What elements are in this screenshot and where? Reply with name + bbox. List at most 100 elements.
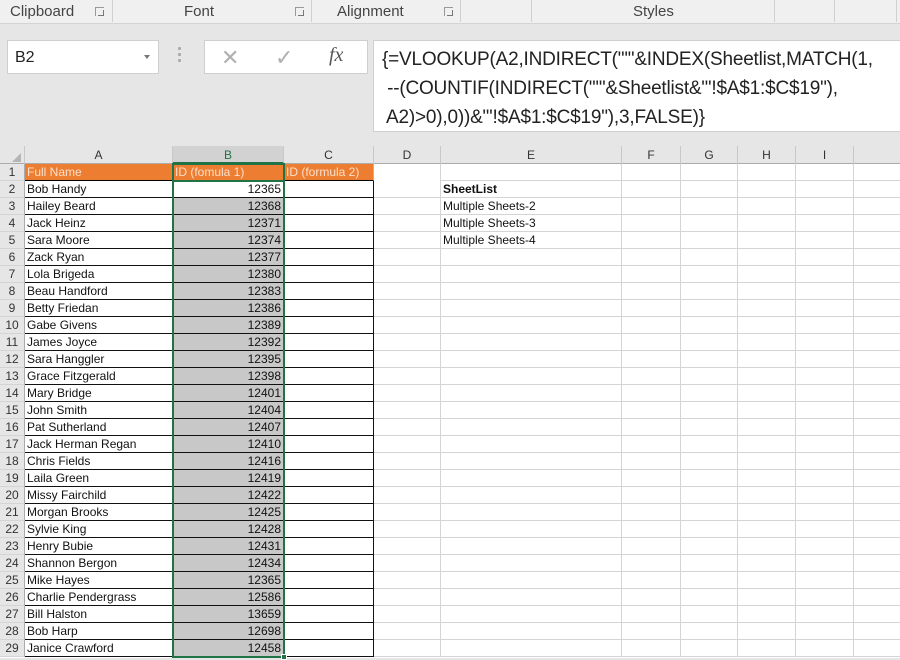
cell-i11[interactable] [796,334,854,351]
cell-j19[interactable] [854,470,900,487]
cell-g9[interactable] [681,300,738,317]
cell-h24[interactable] [738,555,796,572]
cell-d2[interactable] [374,181,441,198]
cell-i21[interactable] [796,504,854,521]
cell-d27[interactable] [374,606,441,623]
cell-b7[interactable]: 12380 [173,266,284,283]
cell-c22[interactable] [284,521,374,538]
cell-d3[interactable] [374,198,441,215]
cell-b21[interactable]: 12425 [173,504,284,521]
row-header[interactable]: 8 [0,283,25,300]
row-header[interactable]: 5 [0,232,25,249]
cell-d1[interactable] [374,164,441,181]
cell-b22[interactable]: 12428 [173,521,284,538]
cell-d13[interactable] [374,368,441,385]
cell-d8[interactable] [374,283,441,300]
row-header[interactable]: 10 [0,317,25,334]
cell-b3[interactable]: 12368 [173,198,284,215]
cell-c21[interactable] [284,504,374,521]
cell-c10[interactable] [284,317,374,334]
cell-h9[interactable] [738,300,796,317]
cell-i19[interactable] [796,470,854,487]
cell-b13[interactable]: 12398 [173,368,284,385]
cell-c20[interactable] [284,487,374,504]
row-header[interactable]: 25 [0,572,25,589]
name-box[interactable]: B2 [7,40,159,74]
cell-c16[interactable] [284,419,374,436]
cell-g10[interactable] [681,317,738,334]
cell-i24[interactable] [796,555,854,572]
cell-c17[interactable] [284,436,374,453]
cell-c2[interactable] [284,181,374,198]
cell-i8[interactable] [796,283,854,300]
cell-j12[interactable] [854,351,900,368]
cell-i16[interactable] [796,419,854,436]
cell-e5[interactable]: Multiple Sheets-4 [441,232,622,249]
row-header[interactable]: 11 [0,334,25,351]
cell-e13[interactable] [441,368,622,385]
column-header-d[interactable]: D [374,146,441,164]
cell-c29[interactable] [284,640,374,657]
cell-f13[interactable] [622,368,681,385]
row-header[interactable]: 7 [0,266,25,283]
cell-f27[interactable] [622,606,681,623]
cell-j24[interactable] [854,555,900,572]
cell-h7[interactable] [738,266,796,283]
cell-c9[interactable] [284,300,374,317]
cell-f17[interactable] [622,436,681,453]
cell-e14[interactable] [441,385,622,402]
cell-j16[interactable] [854,419,900,436]
alignment-dialog-launcher-icon[interactable] [444,7,454,17]
cell-a25[interactable]: Mike Hayes [25,572,173,589]
cell-e12[interactable] [441,351,622,368]
cell-f22[interactable] [622,521,681,538]
row-header[interactable]: 20 [0,487,25,504]
row-header[interactable]: 9 [0,300,25,317]
row-header[interactable]: 14 [0,385,25,402]
cell-h22[interactable] [738,521,796,538]
cell-a3[interactable]: Hailey Beard [25,198,173,215]
column-header-f[interactable]: F [622,146,681,164]
cell-a13[interactable]: Grace Fitzgerald [25,368,173,385]
cell-f23[interactable] [622,538,681,555]
cell-a11[interactable]: James Joyce [25,334,173,351]
cell-f3[interactable] [622,198,681,215]
cell-f21[interactable] [622,504,681,521]
cell-b12[interactable]: 12395 [173,351,284,368]
cell-e6[interactable] [441,249,622,266]
cell-g16[interactable] [681,419,738,436]
cell-j26[interactable] [854,589,900,606]
cell-a4[interactable]: Jack Heinz [25,215,173,232]
cell-g8[interactable] [681,283,738,300]
cell-b17[interactable]: 12410 [173,436,284,453]
cell-a22[interactable]: Sylvie King [25,521,173,538]
row-header[interactable]: 1 [0,164,25,181]
cell-j17[interactable] [854,436,900,453]
row-header[interactable]: 16 [0,419,25,436]
cell-g29[interactable] [681,640,738,657]
cell-a21[interactable]: Morgan Brooks [25,504,173,521]
cell-i17[interactable] [796,436,854,453]
cell-f9[interactable] [622,300,681,317]
worksheet-grid[interactable]: ABCDEFGHI 1 Full Name ID (fomula 1) ID (for… [0,146,900,660]
cell-g27[interactable] [681,606,738,623]
cell-j3[interactable] [854,198,900,215]
cell-f10[interactable] [622,317,681,334]
row-header[interactable]: 4 [0,215,25,232]
cell-h20[interactable] [738,487,796,504]
cell-g20[interactable] [681,487,738,504]
cell-j21[interactable] [854,504,900,521]
cell-f11[interactable] [622,334,681,351]
row-header[interactable]: 2 [0,181,25,198]
cell-c11[interactable] [284,334,374,351]
cell-h15[interactable] [738,402,796,419]
cell-b1[interactable]: ID (fomula 1) [173,164,284,181]
cell-i29[interactable] [796,640,854,657]
cell-i1[interactable] [796,164,854,181]
cell-e8[interactable] [441,283,622,300]
cell-j5[interactable] [854,232,900,249]
cell-b19[interactable]: 12419 [173,470,284,487]
cell-b4[interactable]: 12371 [173,215,284,232]
cell-b2[interactable]: 12365 [173,181,284,198]
cell-h21[interactable] [738,504,796,521]
